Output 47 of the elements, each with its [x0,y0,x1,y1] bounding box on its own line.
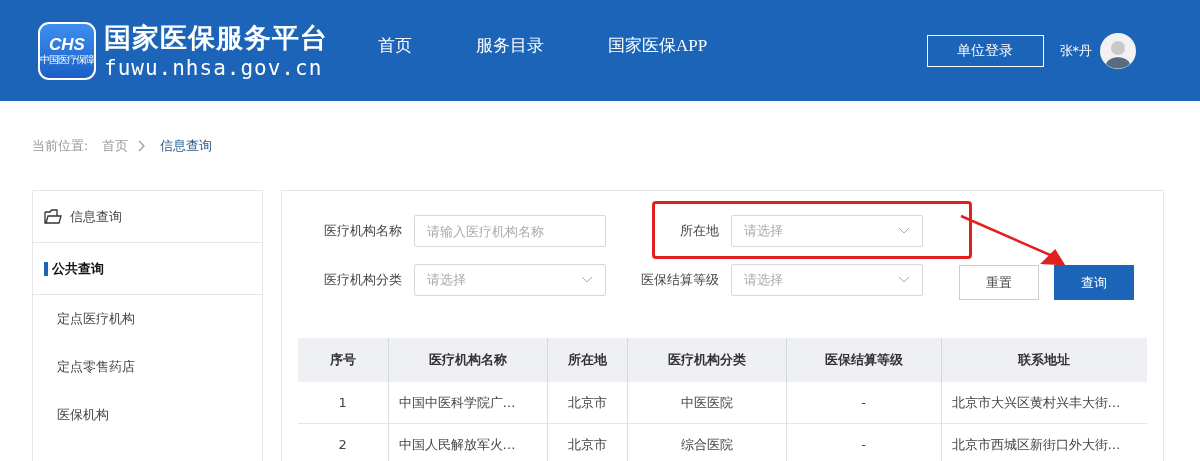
input-field[interactable]: 请输入医疗机构名称 [414,215,606,247]
sidebar-item[interactable]: 定点零售药店 [57,358,135,376]
sidebar-item[interactable]: 信息查询 [70,207,122,226]
table-cell: - [786,423,941,461]
breadcrumb-link[interactable]: 首页 [102,136,129,155]
table-cell: 1 [298,382,388,424]
logo-icon: CHS 中国医疗保障 [38,21,96,80]
field-label: 所在地 [679,222,719,240]
table-cell: 综合医院 [627,423,786,461]
breadcrumb-link[interactable]: 信息查询 [160,136,213,155]
field-label: 医保结算等级 [640,271,719,289]
table-cell: 中国人民解放军火… [388,423,547,461]
sidebar-item[interactable]: 医保机构 [57,406,109,424]
avatar-icon[interactable] [1100,32,1136,69]
column-header: 医疗机构分类 [627,338,786,382]
search-button[interactable]: 查询 [1054,265,1134,300]
sidebar-item[interactable]: 定点医疗机构 [57,310,135,328]
field-label: 医疗机构分类 [323,271,402,289]
site-url: fuwu.nhsa.gov.cn [104,54,324,81]
reset-button[interactable]: 重置 [959,265,1039,300]
chevron-down-icon [898,227,910,235]
breadcrumb-label: 当前位置: [32,136,89,155]
sidebar-item[interactable]: 公共查询 [52,259,104,278]
chevron-icon [138,139,147,152]
column-header: 联系地址 [941,338,1147,382]
column-header: 医保结算等级 [786,338,941,382]
column-header: 医疗机构名称 [388,338,547,382]
table-cell: 中国中医科学院广… [388,382,547,424]
nav-link[interactable]: 国家医保APP [608,34,708,57]
table-cell: 北京市 [547,423,627,461]
field-label: 医疗机构名称 [323,222,402,240]
folder-icon [44,208,62,225]
table-cell: 北京市大兴区黄村兴丰大街… [941,382,1147,424]
table-cell: 北京市 [547,382,627,424]
column-header: 序号 [298,338,388,382]
chevron-down-icon [581,276,593,284]
table-cell: - [786,382,941,424]
user-name[interactable]: 张*丹 [1059,41,1092,60]
site-title: 国家医保服务平台 [104,20,328,55]
nav-link[interactable]: 服务目录 [476,34,544,57]
chevron-down-icon [898,276,910,284]
column-header: 所在地 [547,338,627,382]
table-cell: 北京市西城区新街口外大街… [941,423,1147,461]
table-cell: 2 [298,423,388,461]
table-cell: 中医医院 [627,382,786,424]
nav-link[interactable]: 首页 [378,34,412,57]
login-button[interactable]: 单位登录 [926,34,1044,67]
